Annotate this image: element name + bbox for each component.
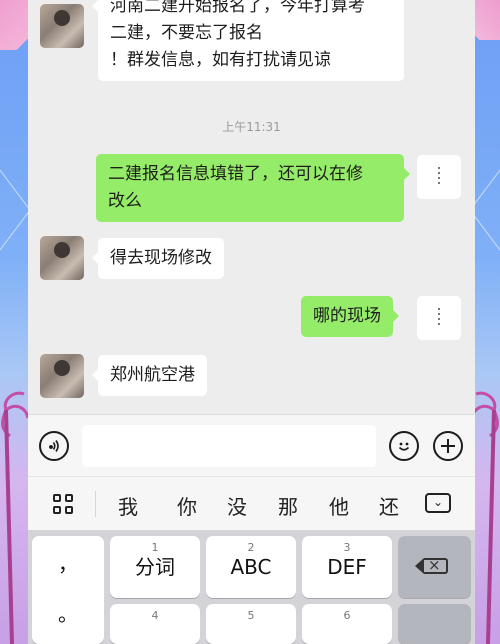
- message-text: 得去现场修改: [110, 248, 212, 268]
- message-text: 郑州航空港: [110, 365, 195, 385]
- backspace-key[interactable]: [398, 536, 471, 598]
- message-line: ！群发信息，如有打扰请见谅: [110, 50, 331, 70]
- chat-input-bar: [28, 414, 475, 476]
- key-number: 6: [343, 609, 351, 622]
- candidate-word[interactable]: 那: [278, 491, 298, 520]
- message-line: 河南二建开始报名了，今年打算考: [110, 0, 365, 16]
- emoji-icon[interactable]: [389, 431, 419, 461]
- punctuation-key[interactable]: 。: [32, 598, 104, 627]
- phone-screen: 河南二建开始报名了，今年打算考 二建，不要忘了报名 ！群发信息，如有打扰请见谅 …: [28, 0, 475, 644]
- key-gray[interactable]: [398, 604, 471, 644]
- key-2[interactable]: 2 ABC: [206, 536, 296, 598]
- key-5[interactable]: 5: [206, 604, 296, 644]
- key-4[interactable]: 4: [110, 604, 200, 644]
- message-bubble-incoming[interactable]: 河南二建开始报名了，今年打算考 二建，不要忘了报名 ！群发信息，如有打扰请见谅: [92, 0, 404, 81]
- message-line: 二建，不要忘了报名: [110, 23, 263, 43]
- key-number: 1: [151, 541, 159, 554]
- key-number: 2: [247, 541, 255, 554]
- message-bubble-outgoing[interactable]: 哪的现场: [301, 296, 399, 337]
- contact-avatar[interactable]: [40, 354, 84, 398]
- punctuation-key-column[interactable]: ， 。: [32, 536, 104, 644]
- message-line: 二建报名信息填错了，还可以在修: [108, 164, 363, 184]
- divider: [95, 491, 96, 517]
- key-label: DEF: [327, 555, 367, 579]
- candidate-word[interactable]: 他: [329, 491, 349, 520]
- backspace-icon: [415, 556, 448, 574]
- key-6[interactable]: 6: [302, 604, 392, 644]
- message-bubble-incoming[interactable]: 得去现场修改: [92, 238, 224, 279]
- my-avatar[interactable]: [417, 155, 461, 199]
- message-input[interactable]: [82, 425, 376, 467]
- key-number: 4: [151, 609, 159, 622]
- chat-area[interactable]: 河南二建开始报名了，今年打算考 二建，不要忘了报名 ！群发信息，如有打扰请见谅 …: [28, 0, 475, 414]
- message-text: 哪的现场: [313, 306, 381, 326]
- grid-icon[interactable]: [53, 494, 73, 514]
- candidate-bar: 我 你 没 那 他 还 ⌄: [28, 476, 475, 530]
- background-lines-left: [0, 169, 30, 251]
- message-line: 改么: [108, 191, 142, 211]
- key-1[interactable]: 1 分词: [110, 536, 200, 598]
- key-number: 3: [343, 541, 351, 554]
- key-number: 5: [247, 609, 255, 622]
- keyboard-hide-icon[interactable]: ⌄: [425, 493, 451, 513]
- keyboard: ， 。 1 分词 2 ABC 3 DEF 4 5 6: [28, 530, 475, 644]
- candidate-word[interactable]: 你: [177, 491, 197, 520]
- message-bubble-outgoing[interactable]: 二建报名信息填错了，还可以在修 改么: [96, 154, 410, 222]
- candidate-word[interactable]: 我: [118, 491, 138, 520]
- my-avatar[interactable]: [417, 296, 461, 340]
- key-3[interactable]: 3 DEF: [302, 536, 392, 598]
- key-label: 分词: [135, 555, 175, 579]
- contact-avatar[interactable]: [40, 236, 84, 280]
- punctuation-key[interactable]: ，: [32, 548, 104, 577]
- candidate-word[interactable]: 还: [379, 491, 399, 520]
- key-label: ABC: [230, 555, 272, 579]
- message-timestamp: 上午11:31: [222, 120, 281, 134]
- voice-icon[interactable]: [39, 431, 69, 461]
- plus-icon[interactable]: [433, 431, 463, 461]
- message-bubble-incoming[interactable]: 郑州航空港: [92, 355, 207, 396]
- palm-tree-left: [1, 391, 30, 644]
- contact-avatar[interactable]: [40, 4, 84, 48]
- candidate-word[interactable]: 没: [227, 491, 247, 520]
